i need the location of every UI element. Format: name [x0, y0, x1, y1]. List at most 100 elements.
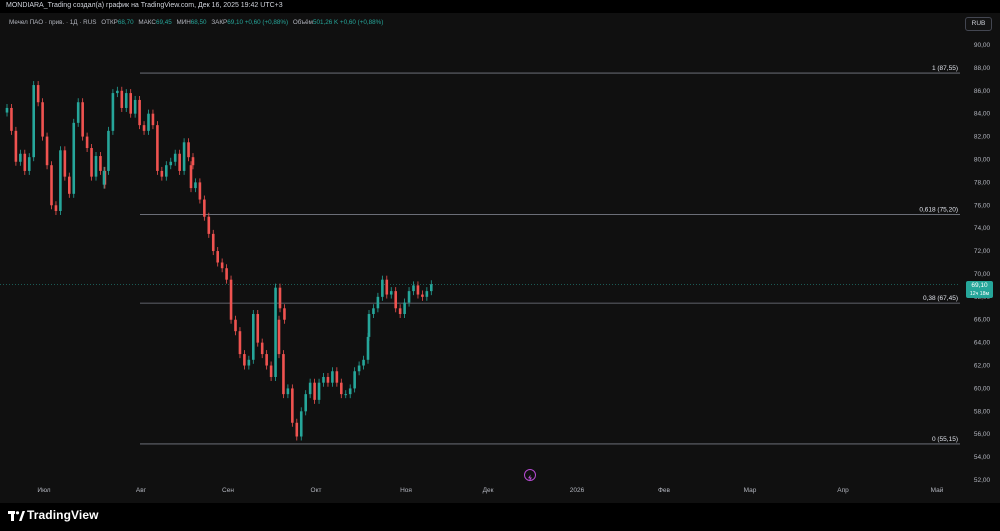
open-value: 68,70 — [117, 19, 134, 26]
footer-bar — [0, 503, 1000, 531]
candle-body — [403, 302, 406, 315]
open-label: ОТКР — [101, 19, 118, 26]
y-tick-label: 56,00 — [974, 431, 991, 438]
candle-body — [27, 157, 31, 171]
y-tick-label: 58,00 — [974, 408, 991, 415]
x-tick-label: Ноя — [400, 487, 412, 494]
candle-body — [211, 233, 215, 252]
y-tick-label: 54,00 — [974, 454, 991, 461]
candle-body — [68, 176, 71, 194]
candle-body — [207, 216, 211, 234]
candle-body — [41, 102, 44, 137]
x-tick-label: Дек — [483, 487, 494, 494]
candle-body — [278, 287, 282, 309]
high-label: МАКС — [138, 19, 156, 26]
symbol-name[interactable]: Мечел ПАО · прив. · 1Д · RUS — [9, 19, 96, 26]
candle-body — [335, 371, 339, 383]
candle-body — [178, 153, 181, 171]
candle-body — [81, 102, 84, 137]
candle-body — [198, 182, 202, 200]
candle-body — [189, 165, 193, 189]
candle-body — [265, 354, 268, 366]
fib-level-label: 0 (55,15) — [932, 436, 958, 443]
y-tick-label: 66,00 — [974, 317, 991, 324]
candle-body — [344, 394, 348, 396]
fib-level-label: 0,38 (67,45) — [923, 295, 958, 302]
candle-body — [203, 199, 206, 217]
volume-label: Объём — [292, 19, 313, 26]
x-tick-label: Мар — [744, 487, 757, 494]
flash-icon[interactable] — [524, 469, 536, 482]
candle-body — [169, 161, 173, 166]
candle-body — [187, 142, 190, 158]
candle-body — [376, 296, 380, 309]
y-tick-label: 72,00 — [974, 248, 991, 255]
candle-body — [10, 107, 13, 131]
candle-body — [295, 422, 299, 437]
y-tick-label: 52,00 — [974, 477, 991, 484]
candle-body — [76, 102, 80, 123]
volume-change: +0,60 (+0,88%) — [339, 19, 384, 26]
chart-frame: MONDIARA_Trading создал(а) график на Tra… — [0, 0, 1000, 531]
candle-body — [102, 170, 106, 185]
candle-body — [133, 99, 137, 114]
candle-body — [304, 394, 307, 412]
candle-body — [32, 85, 35, 158]
candle-body — [277, 319, 281, 355]
last-price-value: 69,10 — [971, 282, 988, 289]
candle-body — [385, 279, 389, 295]
candle-body — [99, 156, 102, 171]
fib-level-label: 1 (87,55) — [932, 65, 958, 72]
x-tick-label: Июл — [37, 487, 50, 494]
close-label: ЗАКР — [211, 19, 228, 26]
candle-body — [229, 279, 233, 320]
candle-body — [348, 388, 352, 395]
candle-body — [45, 136, 49, 166]
candle-body — [116, 90, 119, 94]
candle-body — [94, 156, 98, 177]
candle-body — [59, 150, 62, 211]
change-value: +0,60 (+0,88%) — [244, 19, 289, 26]
candle-body — [160, 170, 164, 177]
bar-countdown: 12ч 18м — [969, 291, 990, 297]
chart-canvas[interactable]: 1 (87,55) 0,618 (75,20) 0,38 (67,45) 0 (55,… — [0, 13, 1000, 503]
candle-body — [173, 153, 177, 162]
candle-body — [191, 157, 195, 166]
candle-body — [19, 153, 22, 162]
candle-body — [247, 359, 251, 366]
candle-body — [243, 354, 246, 366]
candle-body — [216, 251, 219, 263]
candle-body — [317, 382, 321, 400]
candle-body — [90, 148, 93, 177]
y-tick-label: 62,00 — [974, 363, 991, 370]
candle-body — [322, 376, 325, 383]
candle-body — [331, 371, 334, 383]
candle-body — [269, 365, 273, 377]
candle-body — [416, 285, 420, 295]
x-tick-label: 2026 — [570, 487, 585, 494]
candle-body — [260, 342, 264, 355]
candle-body — [14, 130, 18, 162]
candle-body — [340, 382, 343, 395]
candle-body — [23, 153, 27, 171]
low-value: 68,50 — [190, 19, 207, 26]
candle-body — [291, 388, 294, 423]
candle-body — [357, 365, 361, 372]
candle-body — [107, 130, 110, 171]
tradingview-brand: TradingView — [27, 508, 99, 522]
candle-body — [165, 165, 168, 177]
y-tick-label: 60,00 — [974, 385, 991, 392]
header-text: MONDIARA_Trading создал(а) график на Tra… — [6, 2, 283, 9]
candle-body — [283, 308, 286, 320]
x-tick-label: Сен — [222, 487, 234, 494]
fib-level-label: 0,618 (75,20) — [919, 206, 958, 213]
candle-body — [72, 122, 76, 194]
y-tick-label: 88,00 — [974, 65, 991, 72]
candle-body — [412, 285, 415, 292]
volume-value: 501,26 K — [312, 19, 339, 26]
candle-body — [50, 165, 53, 206]
currency-button[interactable]: RUB — [965, 17, 992, 31]
candle-body — [36, 85, 40, 103]
candle-body — [389, 291, 393, 295]
candle-body — [225, 268, 228, 280]
